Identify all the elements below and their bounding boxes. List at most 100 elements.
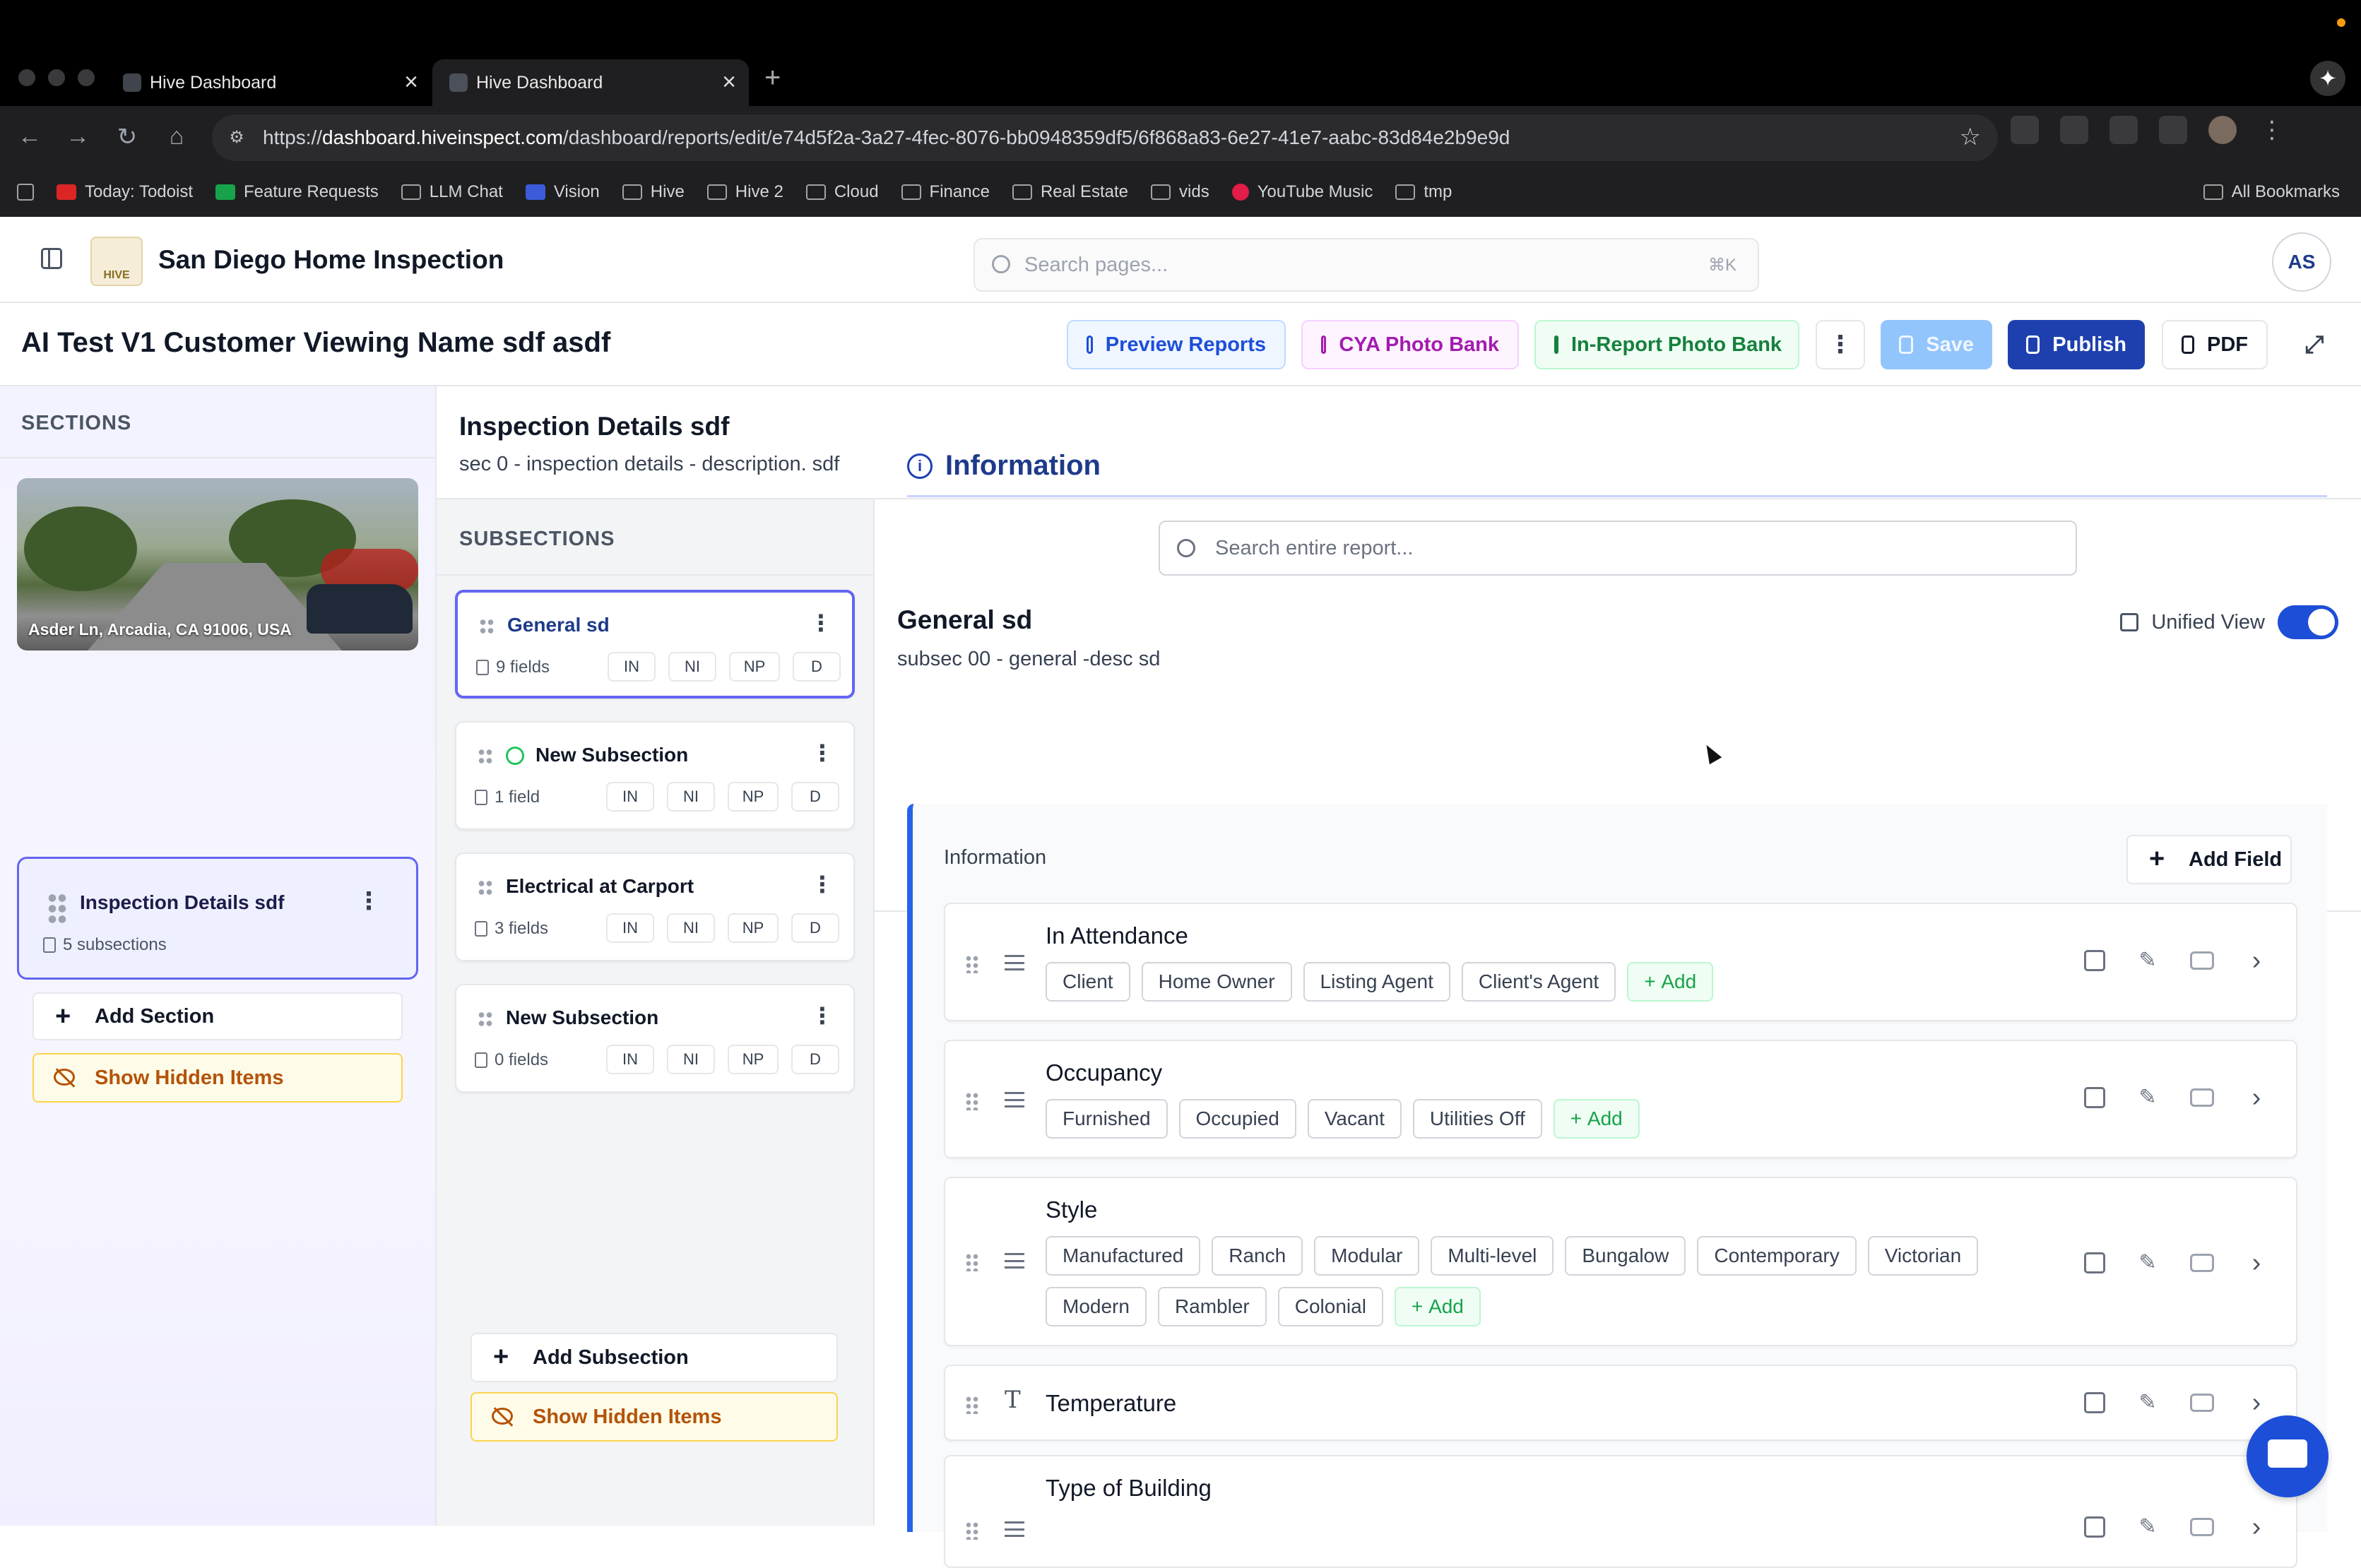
unified-view-toggle[interactable] (2278, 605, 2338, 639)
edit-pencil-icon[interactable]: ✎ (2136, 1086, 2159, 1109)
option-chip[interactable]: Modern (1046, 1287, 1147, 1326)
property-photo[interactable]: Asder Ln, Arcadia, CA 91006, USA (17, 478, 418, 651)
edit-pencil-icon[interactable]: ✎ (2136, 1516, 2159, 1538)
drag-handle-icon[interactable] (965, 1092, 979, 1110)
drag-handle-icon[interactable] (965, 1396, 979, 1414)
chat-support-button[interactable] (2247, 1415, 2329, 1497)
subsection-item[interactable]: Electrical at Carport ⋮ 3 fields IN NI N… (455, 853, 855, 961)
drag-handle-icon[interactable] (47, 893, 67, 924)
chevron-right-icon[interactable]: › (2245, 1249, 2268, 1276)
section-menu-icon[interactable]: ⋮ (357, 887, 381, 915)
status-pill-d[interactable]: D (791, 913, 839, 943)
subsection-item[interactable]: New Subsection ⋮ 1 field IN NI NP D (455, 721, 855, 830)
gemini-sparkle-icon[interactable]: ✦ (2310, 61, 2345, 96)
option-chip[interactable]: Home Owner (1141, 962, 1292, 1002)
bookmark-feature-requests[interactable]: Feature Requests (215, 182, 379, 202)
status-pill-d[interactable]: D (791, 782, 839, 812)
close-tab-icon[interactable]: × (404, 69, 418, 95)
camera-icon[interactable] (2190, 1088, 2214, 1107)
option-chip[interactable]: Furnished (1046, 1099, 1168, 1139)
bookmark-youtube-music[interactable]: YouTube Music (1231, 182, 1373, 202)
add-subsection-button[interactable]: + Add Subsection (471, 1333, 838, 1382)
pdf-button[interactable]: PDF (2162, 320, 2268, 369)
field-row[interactable]: Style Manufactured Ranch Modular Multi-l… (944, 1177, 2297, 1346)
show-hidden-items-button[interactable]: Show Hidden Items (32, 1053, 403, 1103)
subsection-item[interactable]: General sd ⋮ 9 fields IN NI NP D (455, 590, 855, 699)
search-report-input[interactable]: Search entire report... (1159, 521, 2077, 576)
bookmark-hive-2[interactable]: Hive 2 (706, 182, 783, 202)
option-chip[interactable]: Ranch (1212, 1236, 1303, 1276)
option-chip[interactable]: Victorian (1867, 1236, 1979, 1276)
save-icon[interactable] (2084, 1392, 2105, 1413)
add-option-button[interactable]: + Add (1627, 962, 1714, 1002)
drag-handle-icon[interactable] (478, 748, 493, 765)
status-pill-ni[interactable]: NI (667, 913, 715, 943)
reload-icon[interactable]: ↻ (112, 123, 143, 151)
status-pill-ni[interactable]: NI (668, 652, 716, 682)
drag-handle-icon[interactable] (965, 1253, 979, 1271)
site-settings-icon[interactable]: ⚙ (225, 126, 249, 150)
status-pill-np[interactable]: NP (728, 1045, 779, 1074)
minimize-window-button[interactable] (48, 69, 65, 86)
search-pages-input[interactable]: Search pages... ⌘K (974, 238, 1759, 292)
subsection-item[interactable]: New Subsection ⋮ 0 fields IN NI NP D (455, 984, 855, 1093)
browser-tab[interactable]: Hive Dashboard × (106, 59, 431, 106)
bookmark-cloud[interactable]: Cloud (805, 182, 879, 202)
all-bookmarks[interactable]: All Bookmarks (2203, 182, 2340, 202)
option-chip[interactable]: Manufactured (1046, 1236, 1201, 1276)
bookmark-vision[interactable]: Vision (525, 182, 600, 202)
status-pill-in[interactable]: IN (606, 782, 654, 812)
camera-extension-icon[interactable] (2011, 116, 2039, 144)
forward-arrow-icon[interactable]: → (62, 123, 93, 150)
section-item[interactable]: Inspection Details sdf ⋮ 5 subsections (17, 857, 418, 980)
new-tab-button[interactable]: + (764, 62, 781, 94)
option-chip[interactable]: Utilities Off (1412, 1099, 1542, 1139)
drag-handle-icon[interactable] (965, 1521, 979, 1540)
bookmark-star-icon[interactable]: ☆ (1960, 123, 1981, 151)
field-row[interactable]: T Temperature ✎ › (944, 1365, 2297, 1441)
save-icon[interactable] (2084, 1516, 2105, 1538)
option-chip[interactable]: Modular (1314, 1236, 1420, 1276)
bookmark-vids[interactable]: vids (1151, 182, 1209, 202)
chevron-right-icon[interactable]: › (2245, 947, 2268, 974)
bookmark-llm-chat[interactable]: LLM Chat (401, 182, 503, 202)
apps-grid-icon[interactable] (17, 184, 34, 201)
publish-button[interactable]: Publish (2008, 320, 2145, 369)
drag-handle-icon[interactable] (965, 955, 979, 973)
status-pill-in[interactable]: IN (606, 1045, 654, 1074)
field-row[interactable]: Occupancy Furnished Occupied Vacant Util… (944, 1040, 2297, 1158)
field-row[interactable]: In Attendance Client Home Owner Listing … (944, 903, 2297, 1021)
option-chip[interactable]: Listing Agent (1303, 962, 1450, 1002)
status-pill-ni[interactable]: NI (667, 782, 715, 812)
home-icon[interactable]: ⌂ (161, 123, 192, 150)
edit-pencil-icon[interactable]: ✎ (2136, 949, 2159, 972)
camera-icon[interactable] (2190, 1254, 2214, 1272)
more-options-icon[interactable]: ⋮ (1816, 320, 1865, 369)
option-chip[interactable]: Occupied (1178, 1099, 1296, 1139)
option-chip[interactable]: Rambler (1157, 1287, 1267, 1326)
save-icon[interactable] (2084, 950, 2105, 971)
option-chip[interactable]: Bungalow (1565, 1236, 1686, 1276)
subsection-menu-icon[interactable]: ⋮ (810, 610, 832, 636)
in-report-photo-bank-button[interactable]: In-Report Photo Bank (1534, 320, 1799, 369)
camera-icon[interactable] (2190, 1518, 2214, 1536)
edit-pencil-icon[interactable]: ✎ (2136, 1391, 2159, 1414)
preview-reports-button[interactable]: Preview Reports (1067, 320, 1286, 369)
close-window-button[interactable] (18, 69, 35, 86)
camera-icon[interactable] (2190, 1394, 2214, 1412)
option-chip[interactable]: Multi-level (1431, 1236, 1554, 1276)
browser-tab-active[interactable]: Hive Dashboard × (432, 59, 749, 106)
camera-icon[interactable] (2190, 951, 2214, 970)
status-pill-d[interactable]: D (793, 652, 841, 682)
status-pill-np[interactable]: NP (728, 782, 779, 812)
drag-handle-icon[interactable] (478, 1011, 493, 1028)
subsection-menu-icon[interactable]: ⋮ (811, 871, 834, 898)
option-chip[interactable]: Client (1046, 962, 1130, 1002)
status-pill-ni[interactable]: NI (667, 1045, 715, 1074)
sidebar-toggle-icon[interactable] (41, 248, 62, 269)
mail-extension-icon[interactable] (2060, 116, 2088, 144)
puzzle-extension-icon[interactable] (2109, 116, 2138, 144)
expand-icon[interactable]: ⤢ (2292, 320, 2337, 369)
chevron-right-icon[interactable]: › (2245, 1389, 2268, 1416)
maximize-window-button[interactable] (78, 69, 95, 86)
